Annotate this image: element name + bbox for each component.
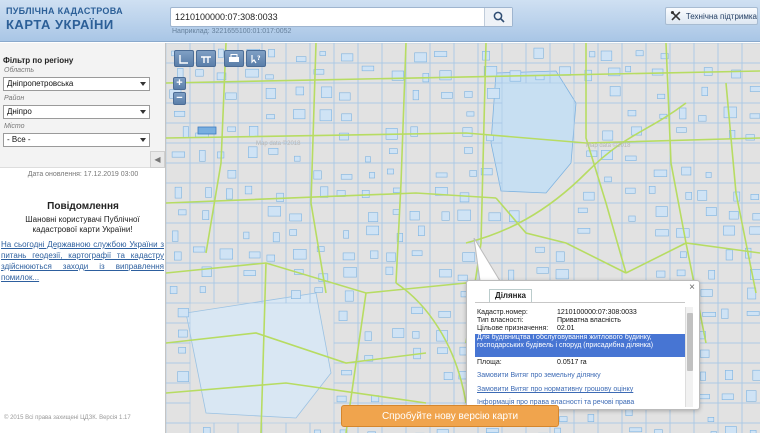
notice-text: Шановні користувачі Публічної кадастрово… — [25, 215, 140, 234]
row-label: Цільове призначення: — [477, 325, 549, 332]
chevron-down-icon — [140, 82, 146, 86]
row-value: 1210100000:07:308:0033 — [557, 309, 637, 316]
printer-icon — [229, 53, 239, 62]
search-button[interactable] — [484, 8, 512, 26]
left-panel: Фільтр по регіону Область Дніпропетровсь… — [0, 43, 166, 433]
pointer-help-icon: ? — [251, 54, 261, 63]
tools-icon — [670, 10, 681, 21]
logo-line1: ПУБЛІЧНА КАДАСТРОВА — [6, 6, 123, 16]
chevron-down-icon — [140, 138, 146, 142]
area-icon — [201, 55, 211, 63]
parcel-popup: × Ділянка Кадастр.номер: 1210100000:07:3… — [466, 280, 700, 410]
oblast-value: Дніпропетровська — [7, 79, 74, 88]
tab-parcel[interactable]: Ділянка — [489, 289, 532, 302]
row-label: Площа: — [477, 359, 502, 366]
support-button[interactable]: Технічна підтримка — [665, 7, 758, 25]
region-filter: Фільтр по регіону Область Дніпропетровсь… — [0, 43, 165, 168]
row-value: 0.0517 га — [557, 359, 587, 366]
try-new-version-button[interactable]: Спробуйте нову версію карти — [341, 405, 559, 427]
search-input[interactable] — [171, 8, 484, 26]
chevron-left-icon: ◀ — [154, 155, 161, 164]
rayon-value: Дніпро — [7, 107, 32, 116]
row-label: Тип власності: — [477, 317, 524, 324]
search-hint: Наприклад: 3221655100:01:017:0052 — [172, 28, 292, 35]
misto-value: - Все - — [7, 135, 31, 144]
identify-button[interactable]: ? — [246, 50, 266, 67]
row-label: Кадастр.номер: — [477, 309, 528, 316]
svg-text:?: ? — [257, 55, 261, 62]
close-icon[interactable]: × — [689, 282, 695, 293]
map-watermark: Map data ©2018 — [586, 143, 631, 149]
notice-title: Повідомлення — [47, 201, 119, 212]
notice-link[interactable]: На сьогодні Державною службою України з … — [0, 239, 164, 283]
rayon-select[interactable]: Дніпро — [3, 105, 150, 119]
map-toolbar: ? — [174, 50, 266, 68]
popup-pointer — [473, 238, 501, 282]
row-value: 02.01 — [557, 325, 575, 332]
divider — [475, 302, 685, 303]
ruler-icon — [179, 54, 188, 64]
measure-length-button[interactable] — [174, 50, 194, 67]
order-valuation-link[interactable]: Замовити Витяг про нормативну грошову оц… — [477, 386, 633, 393]
oblast-label: Область — [4, 67, 35, 74]
search-icon — [493, 11, 505, 23]
chevron-down-icon — [140, 110, 146, 114]
popup-scrollbar[interactable] — [685, 307, 693, 407]
purpose-text: Для будівництва і обслуговування житлово… — [477, 334, 654, 349]
zoom-in-button[interactable]: + — [173, 77, 186, 90]
scroll-thumb[interactable] — [687, 313, 693, 371]
zoom-out-button[interactable]: − — [173, 92, 186, 105]
search-box — [170, 7, 513, 27]
map-watermark: Map data ©2018 — [256, 141, 301, 147]
rayon-label: Район — [4, 95, 25, 102]
misto-label: Місто — [4, 123, 25, 130]
logo-line2: КАРТА УКРАЇНИ — [6, 17, 114, 32]
update-date: Дата оновлення: 17.12.2019 03:00 — [27, 171, 139, 178]
header: ПУБЛІЧНА КАДАСТРОВА КАРТА УКРАЇНИ Наприк… — [0, 0, 760, 42]
oblast-select[interactable]: Дніпропетровська — [3, 77, 150, 91]
filter-title: Фільтр по регіону — [3, 56, 74, 65]
popup-body: Кадастр.номер: 1210100000:07:308:0033 Ти… — [475, 307, 685, 407]
measure-area-button[interactable] — [196, 50, 216, 67]
collapse-panel-button[interactable]: ◀ — [150, 151, 165, 168]
copyright: © 2015 Всі права захищені ЦДЗК. Версія 1… — [4, 415, 131, 421]
row-value: Приватна власність — [557, 317, 621, 324]
misto-select[interactable]: - Все - — [3, 133, 150, 147]
print-button[interactable] — [224, 50, 244, 67]
logo[interactable]: ПУБЛІЧНА КАДАСТРОВА КАРТА УКРАЇНИ — [6, 6, 123, 32]
support-label: Технічна підтримка — [685, 11, 757, 21]
order-extract-link[interactable]: Замовити Витяг про земельну ділянку — [477, 372, 601, 379]
